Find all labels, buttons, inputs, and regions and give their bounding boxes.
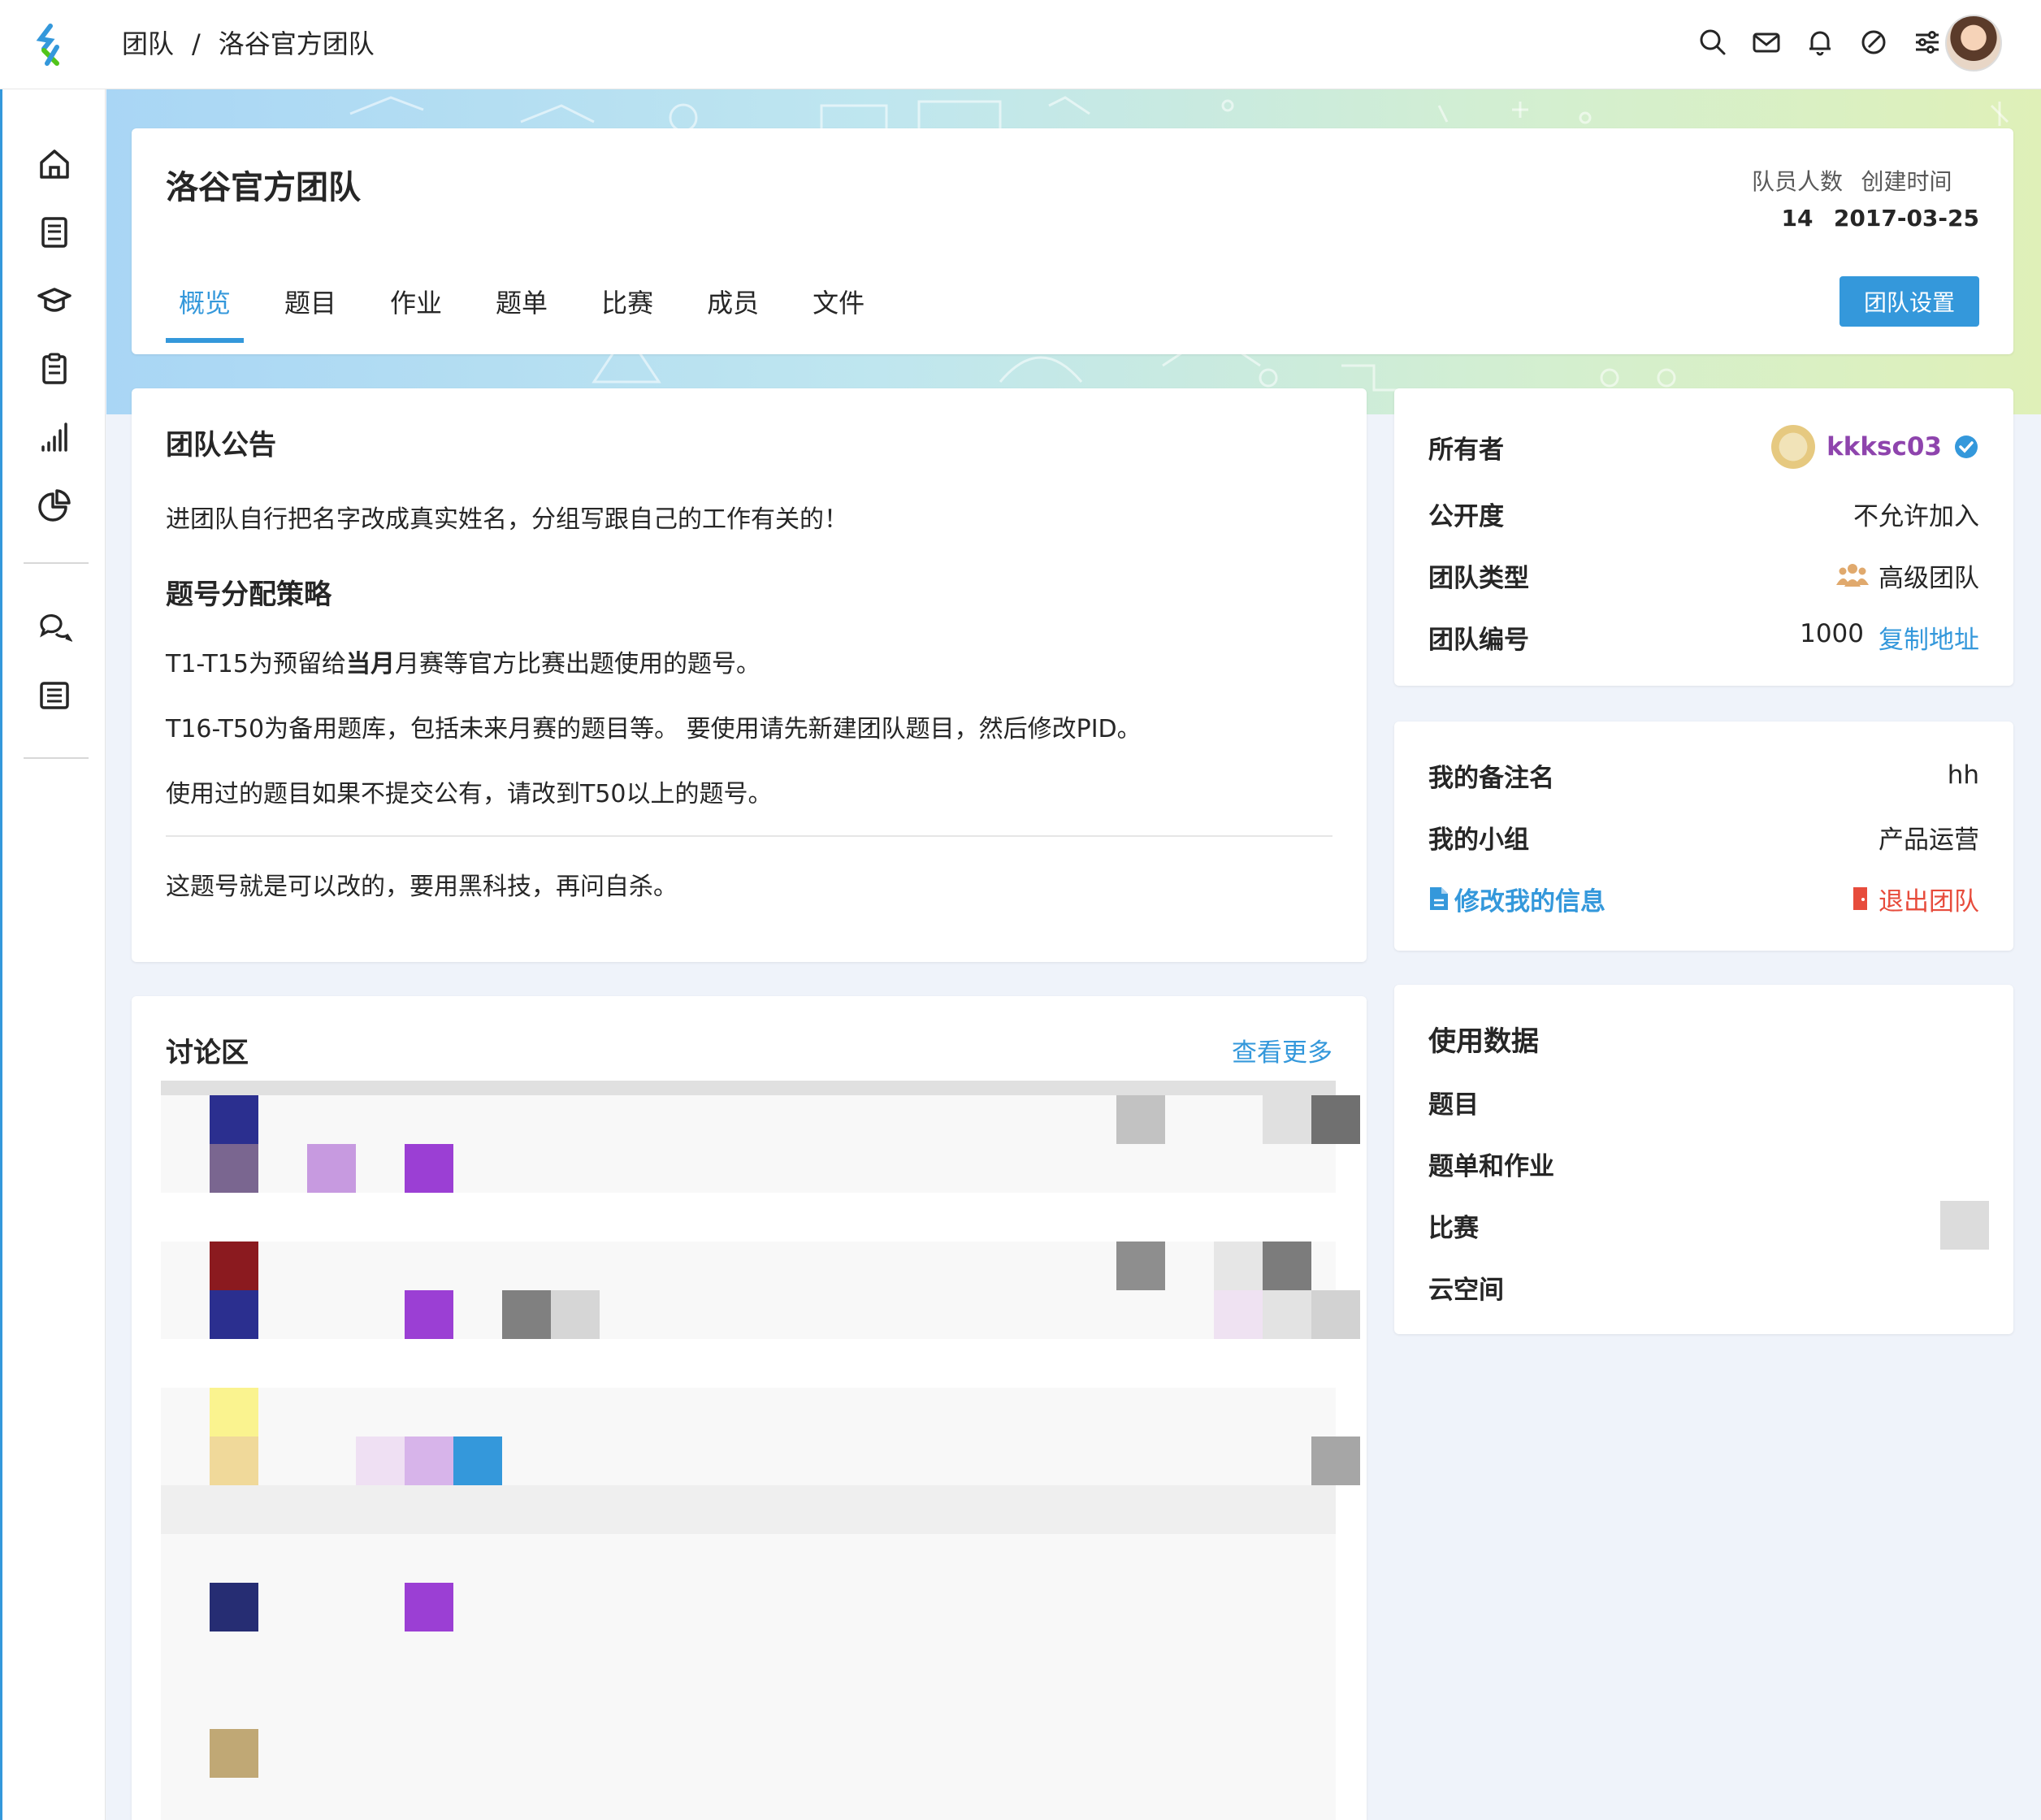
tab-problems[interactable]: 题目 (284, 283, 336, 338)
team-id-row: 团队编号 1000 复制地址 (1428, 613, 1979, 661)
usage-lists-label: 题单和作业 (1428, 1151, 1554, 1181)
side-nav (0, 89, 106, 1820)
view-more-link[interactable]: 查看更多 (1232, 1032, 1332, 1068)
team-id-value: 1000 (1800, 618, 1864, 648)
visibility-row: 公开度 不允许加入 (1428, 489, 1979, 538)
pie-chart-icon[interactable] (37, 488, 72, 523)
settings-sliders-icon[interactable] (1911, 26, 1944, 58)
team-name: 洛谷官方团队 (166, 169, 361, 206)
usage-card: 使用数据 题目 题单和作业 比赛 云空间 (1394, 985, 2013, 1334)
announcement-line-2-prefix: T1-T15为预留给 (166, 650, 346, 678)
signal-bars-icon[interactable] (37, 419, 72, 455)
member-count-label: 队员人数 (1751, 168, 1843, 195)
announcement-line-2: T1-T15为预留给当月月赛等官方比赛出题使用的题号。 (166, 644, 760, 679)
usage-contests-bar (1940, 1201, 1989, 1250)
member-count-stat: 队员人数 14 (1752, 164, 1843, 232)
created-date-stat: 创建时间 2017-03-25 (1834, 164, 1979, 232)
edit-my-info-link[interactable]: 修改我的信息 (1428, 881, 1606, 917)
discussion-item[interactable] (161, 1388, 1336, 1485)
usage-row-lists: 题单和作业 (1428, 1139, 1979, 1188)
feedback-icon[interactable] (1857, 26, 1890, 58)
breadcrumb-separator: / (192, 28, 201, 59)
exit-door-icon (1853, 887, 1867, 910)
discussion-title: 讨论区 (166, 1037, 249, 1069)
tab-overview[interactable]: 概览 (165, 283, 245, 343)
group-label: 我的小组 (1428, 825, 1529, 855)
graduation-cap-icon[interactable] (37, 283, 72, 318)
usage-cloud-label: 云空间 (1428, 1275, 1504, 1305)
user-avatar[interactable] (1945, 15, 2002, 72)
nickname-value: hh (1947, 760, 1979, 790)
mail-icon[interactable] (1750, 26, 1783, 58)
breadcrumb: 团队 / 洛谷官方团队 (122, 24, 375, 63)
tab-homework[interactable]: 作业 (390, 283, 442, 338)
group-value: 产品运营 (1878, 825, 1979, 855)
nickname-label: 我的备注名 (1428, 763, 1554, 793)
announcement-line-5: 这题号就是可以改的，要用黑科技，再问自杀。 (166, 873, 678, 901)
created-date-value: 2017-03-25 (1833, 205, 1979, 232)
usage-contests-label: 比赛 (1428, 1213, 1479, 1243)
owner-label: 所有者 (1428, 435, 1504, 465)
announcement-line-4: 使用过的题目如果不提交公有，请改到T50以上的题号。 (166, 780, 773, 808)
tab-members[interactable]: 成员 (707, 283, 759, 338)
team-type-value: 高级团队 (1878, 563, 1979, 593)
usage-row-contests: 比赛 (1428, 1201, 1989, 1250)
visibility-value: 不允许加入 (1853, 501, 1979, 531)
usage-problems-label: 题目 (1428, 1090, 1479, 1120)
team-header-card: 洛谷官方团队 队员人数 14 创建时间 2017-03-25 概览 题目 作业 … (132, 128, 2013, 354)
breadcrumb-current[interactable]: 洛谷官方团队 (219, 24, 375, 63)
edit-my-info-label: 修改我的信息 (1454, 886, 1606, 916)
team-tabs: 概览 题目 作业 题单 比赛 成员 文件 (165, 283, 864, 343)
team-settings-button[interactable]: 团队设置 (1840, 276, 1979, 327)
verified-badge-icon (1955, 436, 1978, 458)
usage-title: 使用数据 (1428, 1025, 1539, 1058)
leave-team-link[interactable]: 退出团队 (1851, 881, 1979, 917)
announcement-subtitle: 题号分配策略 (166, 578, 332, 611)
team-id-label: 团队编号 (1428, 625, 1529, 655)
breadcrumb-teams[interactable]: 团队 (122, 24, 174, 63)
tab-problem-lists[interactable]: 题单 (496, 283, 548, 338)
users-group-icon (1836, 564, 1869, 587)
discussion-item[interactable] (161, 1534, 1336, 1820)
created-date-label: 创建时间 (1861, 168, 1952, 195)
bell-icon[interactable] (1804, 26, 1836, 58)
news-icon[interactable] (37, 678, 72, 713)
clipboard-icon[interactable] (37, 351, 72, 387)
my-info-card: 我的备注名 hh 我的小组 产品运营 修改我的信息 退出团队 (1394, 722, 2013, 951)
member-count-value: 14 (1781, 205, 1814, 232)
owner-name[interactable]: kkksc03 (1826, 432, 1942, 462)
team-type-label: 团队类型 (1428, 563, 1529, 593)
announcement-line-2-suffix: 月赛等官方比赛出题使用的题号。 (394, 650, 760, 678)
luogu-logo[interactable] (32, 23, 73, 67)
group-row: 我的小组 产品运营 (1428, 812, 1979, 861)
document-icon (1430, 887, 1448, 910)
announcement-card: 团队公告 进团队自行把名字改成真实姓名，分组写跟自己的工作有关的！ 题号分配策略… (132, 388, 1367, 962)
my-actions-row: 修改我的信息 退出团队 (1428, 874, 1979, 923)
nickname-row: 我的备注名 hh (1428, 751, 1979, 800)
visibility-label: 公开度 (1428, 501, 1504, 531)
home-icon[interactable] (37, 146, 72, 182)
announcement-divider (166, 835, 1332, 837)
copy-link-button[interactable]: 复制地址 (1878, 619, 1979, 656)
usage-row-problems: 题目 (1428, 1077, 1979, 1126)
announcement-line-2-bold: 当月 (345, 650, 395, 678)
discussion-list-redacted (161, 1081, 1360, 1820)
announcement-line-1: 进团队自行把名字改成真实姓名，分组写跟自己的工作有关的！ (166, 505, 848, 534)
team-type-row: 团队类型 高级团队 (1428, 551, 1979, 600)
owner-row: 所有者 kkksc03 (1428, 422, 1979, 471)
leave-team-label: 退出团队 (1878, 886, 1979, 916)
search-icon[interactable] (1696, 26, 1729, 58)
discussion-card: 讨论区 查看更多 (132, 996, 1367, 1820)
usage-row-cloud: 云空间 (1428, 1263, 1979, 1311)
chat-bubbles-icon[interactable] (37, 609, 72, 645)
top-bar: 团队 / 洛谷官方团队 (0, 0, 2041, 89)
tab-contests[interactable]: 比赛 (601, 283, 653, 338)
announcement-line-3: T16-T50为备用题库，包括未来月赛的题目等。 要使用请先新建团队题目，然后修… (166, 715, 1142, 743)
owner-avatar[interactable] (1771, 425, 1816, 469)
book-icon[interactable] (37, 214, 72, 250)
tab-files[interactable]: 文件 (812, 283, 864, 338)
announcement-title: 团队公告 (166, 429, 276, 462)
team-info-card: 所有者 kkksc03 公开度 不允许加入 团队类型 高级团队 团队编号 100… (1394, 388, 2013, 686)
